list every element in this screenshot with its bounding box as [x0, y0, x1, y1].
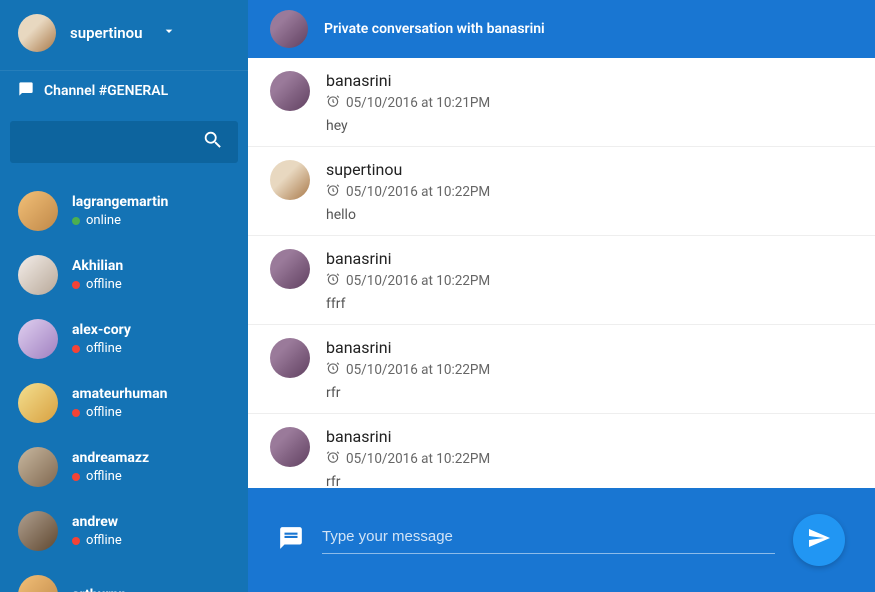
message-item: supertinou 05/10/2016 at 10:22PM hello — [248, 147, 875, 236]
message-timestamp: 05/10/2016 at 10:22PM — [326, 450, 490, 468]
search-container — [0, 111, 248, 179]
current-user-avatar — [18, 14, 56, 52]
clock-icon — [326, 361, 340, 379]
message-author: banasrini — [326, 71, 490, 90]
messages-list[interactable]: banasrini 05/10/2016 at 10:21PM hey supe… — [248, 58, 875, 488]
message-text: ffrf — [326, 296, 490, 312]
contact-item[interactable]: andreamazz offline — [0, 435, 248, 499]
contact-status: online — [72, 213, 168, 228]
sidebar: supertinou Channel #GENERAL lagrangemart… — [0, 0, 248, 592]
message-author: supertinou — [326, 160, 490, 179]
contact-avatar — [18, 575, 58, 592]
contact-avatar — [18, 319, 58, 359]
status-dot-icon — [72, 537, 80, 545]
message-timestamp: 05/10/2016 at 10:22PM — [326, 272, 490, 290]
message-item: banasrini 05/10/2016 at 10:22PM ffrf — [248, 236, 875, 325]
message-author: banasrini — [326, 249, 490, 268]
current-user-menu[interactable]: supertinou — [0, 0, 248, 70]
status-dot-icon — [72, 345, 80, 353]
contact-item[interactable]: amateurhuman offline — [0, 371, 248, 435]
send-icon — [807, 526, 831, 554]
message-author: banasrini — [326, 427, 490, 446]
status-dot-icon — [72, 217, 80, 225]
contact-name: andrew — [72, 514, 122, 530]
chevron-down-icon — [161, 23, 177, 43]
message-text: hey — [326, 118, 490, 134]
message-avatar — [270, 160, 310, 200]
contact-name: amateurhuman — [72, 386, 168, 402]
message-composer — [248, 488, 875, 592]
clock-icon — [326, 183, 340, 201]
message-text: rfr — [326, 474, 490, 488]
chat-icon — [18, 81, 34, 101]
search-box[interactable] — [10, 121, 238, 163]
contact-avatar — [18, 191, 58, 231]
contact-name: lagrangemartin — [72, 194, 168, 210]
message-text: hello — [326, 207, 490, 223]
current-user-name: supertinou — [70, 24, 143, 42]
message-text: rfr — [326, 385, 490, 401]
message-avatar — [270, 427, 310, 467]
contact-status: offline — [72, 405, 168, 420]
status-dot-icon — [72, 281, 80, 289]
contact-item[interactable]: Akhilian offline — [0, 243, 248, 307]
compose-input-wrap — [322, 526, 775, 554]
contact-item[interactable]: alex-cory offline — [0, 307, 248, 371]
message-timestamp: 05/10/2016 at 10:22PM — [326, 361, 490, 379]
status-dot-icon — [72, 473, 80, 481]
search-icon — [202, 129, 224, 155]
message-author: banasrini — [326, 338, 490, 357]
contact-item[interactable]: andrew offline — [0, 499, 248, 563]
contact-avatar — [18, 511, 58, 551]
contact-avatar — [18, 383, 58, 423]
message-avatar — [270, 71, 310, 111]
search-input[interactable] — [21, 134, 202, 150]
conversation-avatar — [270, 10, 308, 48]
channel-link[interactable]: Channel #GENERAL — [0, 70, 248, 111]
compose-input[interactable] — [322, 528, 775, 545]
message-avatar — [270, 338, 310, 378]
contact-status: offline — [72, 277, 123, 292]
clock-icon — [326, 272, 340, 290]
contact-avatar — [18, 255, 58, 295]
conversation-header: Private conversation with banasrini — [248, 0, 875, 58]
contact-name: arthurnn — [72, 587, 126, 592]
message-icon — [278, 525, 304, 555]
send-button[interactable] — [793, 514, 845, 566]
channel-name: Channel #GENERAL — [44, 83, 168, 99]
clock-icon — [326, 450, 340, 468]
contacts-list: lagrangemartin online Akhilian offline a… — [0, 179, 248, 592]
main-area: Private conversation with banasrini bana… — [248, 0, 875, 592]
status-dot-icon — [72, 409, 80, 417]
message-avatar — [270, 249, 310, 289]
conversation-title: Private conversation with banasrini — [324, 21, 545, 37]
contact-item[interactable]: arthurnn — [0, 563, 248, 592]
contact-status: offline — [72, 341, 131, 356]
message-item: banasrini 05/10/2016 at 10:22PM rfr — [248, 325, 875, 414]
contact-avatar — [18, 447, 58, 487]
contact-status: offline — [72, 533, 122, 548]
contact-status: offline — [72, 469, 149, 484]
clock-icon — [326, 94, 340, 112]
message-item: banasrini 05/10/2016 at 10:21PM hey — [248, 58, 875, 147]
contact-name: Akhilian — [72, 258, 123, 274]
message-item: banasrini 05/10/2016 at 10:22PM rfr — [248, 414, 875, 488]
contact-item[interactable]: lagrangemartin online — [0, 179, 248, 243]
message-timestamp: 05/10/2016 at 10:21PM — [326, 94, 490, 112]
contact-name: andreamazz — [72, 450, 149, 466]
message-timestamp: 05/10/2016 at 10:22PM — [326, 183, 490, 201]
contact-name: alex-cory — [72, 322, 131, 338]
